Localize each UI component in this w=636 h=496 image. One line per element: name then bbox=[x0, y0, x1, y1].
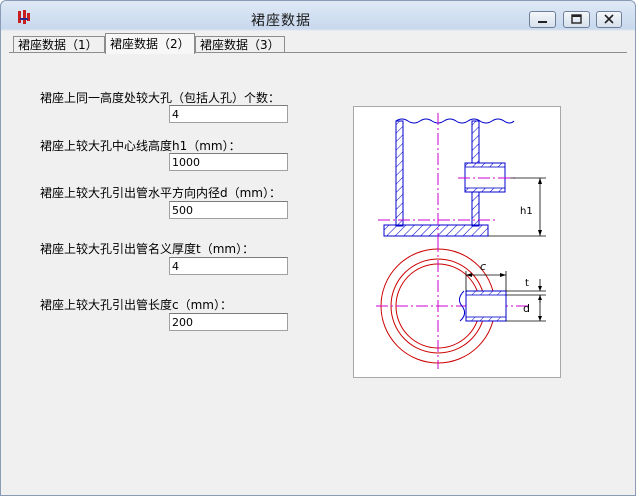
title-bar[interactable]: 裙座数据 bbox=[1, 1, 635, 31]
tab-panel: 裙座上同一高度处较大孔（包括人孔）个数： 裙座上较大孔中心线高度h1（mm）： … bbox=[9, 52, 627, 489]
plan-view: c t d bbox=[376, 240, 546, 369]
pipe-inner-diameter-label: 裙座上较大孔引出管水平方向内径d（mm）： bbox=[40, 186, 281, 200]
hole-count-label: 裙座上同一高度处较大孔（包括人孔）个数： bbox=[40, 91, 281, 105]
skirt-opening-diagram: h1 c t d bbox=[353, 106, 561, 378]
c-dimension-label: c bbox=[480, 260, 486, 273]
pipe-inner-diameter-input[interactable] bbox=[169, 201, 288, 219]
pipe-length-input[interactable] bbox=[169, 313, 288, 331]
tab-strip: 裙座数据（1） 裙座数据（2） 裙座数据（3） bbox=[9, 33, 627, 54]
tab-skirt-data-1[interactable]: 裙座数据（1） bbox=[13, 36, 105, 53]
tab-skirt-data-2[interactable]: 裙座数据（2） bbox=[105, 33, 195, 54]
close-icon bbox=[604, 14, 614, 24]
pipe-length-label: 裙座上较大孔引出管长度c（mm）： bbox=[40, 298, 232, 312]
window-title: 裙座数据 bbox=[251, 13, 311, 29]
diagram-drawing: h1 c t d bbox=[376, 113, 546, 369]
tab-skirt-data-3[interactable]: 裙座数据（3） bbox=[195, 36, 285, 53]
hole-center-height-label: 裙座上较大孔中心线高度h1（mm）： bbox=[40, 139, 241, 153]
dialog-client-area: 裙座数据（1） 裙座数据（2） 裙座数据（3） 裙座上同一高度处较大孔（包括人孔… bbox=[9, 31, 627, 489]
d-dimension-label: d bbox=[523, 302, 530, 315]
h1-dimension-label: h1 bbox=[520, 206, 533, 217]
elevation-view: h1 bbox=[378, 113, 546, 245]
maximize-button[interactable] bbox=[563, 11, 590, 28]
maximize-icon bbox=[571, 14, 582, 24]
minimize-icon bbox=[538, 21, 547, 23]
close-button[interactable] bbox=[596, 11, 622, 28]
pipe-thickness-input[interactable] bbox=[169, 257, 288, 275]
main-window: 裙座数据 裙座数据（1） 裙座数据（2） 裙座数据（3） 裙座上同一高度处较大孔… bbox=[0, 0, 636, 496]
pipe-thickness-label: 裙座上较大孔引出管名义厚度t（mm）： bbox=[40, 242, 255, 256]
hole-center-height-input[interactable] bbox=[169, 153, 288, 171]
t-dimension-label: t bbox=[525, 278, 529, 289]
hole-count-input[interactable] bbox=[169, 105, 288, 123]
minimize-button[interactable] bbox=[529, 11, 556, 28]
